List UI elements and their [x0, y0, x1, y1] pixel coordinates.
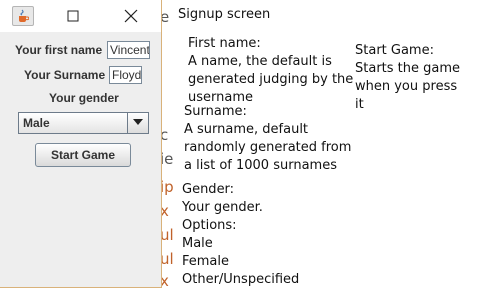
surname-field[interactable]: Floyd: [109, 66, 142, 84]
annotation-line: Other/Unspecified: [182, 272, 300, 287]
close-button[interactable]: [120, 6, 142, 26]
annotation-line: Male: [182, 236, 213, 251]
chevron-down-icon: [133, 119, 143, 125]
background-text: ie: [160, 150, 174, 168]
annotation-line: Start Game:: [355, 43, 434, 58]
first-name-label: Your first name: [15, 43, 103, 57]
annotation-surname: Surname: A surname, default randomly gen…: [184, 103, 351, 175]
annotation-line: Female: [182, 254, 230, 269]
gender-selected-value: Male: [23, 116, 50, 130]
annotation-start-game: Start Game: Starts the game when you pre…: [355, 42, 460, 114]
start-game-button[interactable]: Start Game: [35, 143, 131, 167]
first-name-field[interactable]: Vincent: [107, 41, 150, 59]
annotation-title: Signup screen: [178, 6, 270, 24]
annotation-line: it: [355, 97, 364, 112]
annotation-line: Surname:: [184, 104, 247, 119]
annotation-line: a list of 1000 surnames: [184, 158, 337, 173]
annotation-line: A surname, default: [184, 122, 309, 137]
annotation-line: Starts the game: [355, 61, 461, 76]
annotation-line: Your gender.: [182, 200, 263, 215]
background-text: ul: [160, 250, 174, 268]
annotation-line: Options:: [182, 218, 237, 233]
annotation-line: A name, the default is: [188, 54, 332, 69]
annotation-title-text: Signup screen: [178, 7, 271, 22]
annotation-first-name: First name: A name, the default is gener…: [188, 35, 353, 107]
annotation-line: randomly generated from: [184, 140, 352, 155]
annotation-line: when you press: [355, 79, 458, 94]
annotation-gender: Gender: Your gender. Options: Male Femal…: [182, 181, 299, 289]
annotation-line: Gender:: [182, 182, 235, 197]
gender-select[interactable]: Male: [18, 112, 149, 134]
annotation-line: First name:: [188, 36, 261, 51]
gender-label: Your gender: [49, 91, 119, 105]
background-text: ip: [160, 178, 174, 196]
signup-window: Your first name Vincent Your Surname Flo…: [0, 0, 162, 288]
background-text: ul: [160, 226, 174, 244]
surname-label: Your Surname: [24, 68, 106, 82]
close-icon: [124, 9, 138, 23]
title-bar: [0, 0, 161, 32]
java-cup-icon[interactable]: [12, 6, 34, 26]
annotation-line: generated judging by the: [188, 72, 354, 87]
maximize-button[interactable]: [62, 6, 84, 26]
maximize-icon: [67, 10, 79, 22]
dropdown-arrow-button[interactable]: [127, 113, 148, 133]
